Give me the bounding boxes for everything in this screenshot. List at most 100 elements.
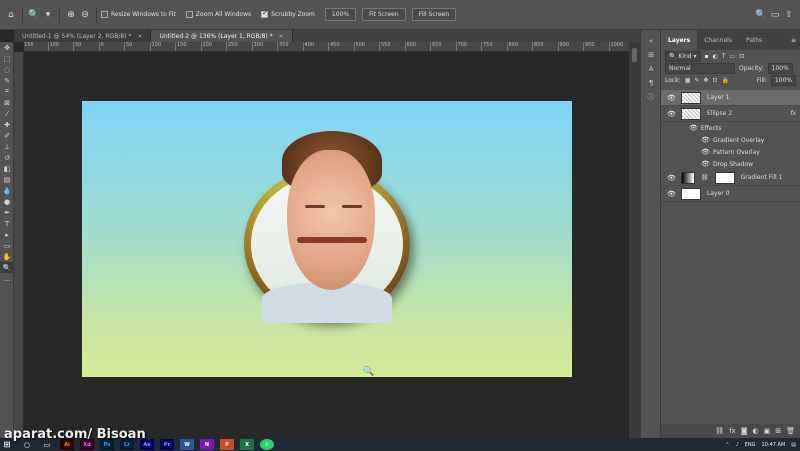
fill-screen-button[interactable]: Fill Screen xyxy=(411,8,457,21)
lock-paint-icon[interactable]: ✎ xyxy=(694,77,699,84)
history-brush-icon[interactable]: ↺ xyxy=(0,152,14,163)
tab-untitled-1[interactable]: Untitled-1 @ 54% (Layer 2, RGB/8) * × xyxy=(14,30,152,42)
zoom-tool-icon[interactable]: 🔍 xyxy=(0,262,14,273)
close-icon[interactable]: × xyxy=(279,33,284,40)
chevron-down-icon[interactable]: ▾ xyxy=(41,8,55,22)
network-icon[interactable]: ⌃ xyxy=(725,442,729,448)
zoom-in-icon[interactable]: ⊕ xyxy=(64,8,78,22)
zoom-100-button[interactable]: 100% xyxy=(324,8,357,21)
search-icon[interactable]: 🔍 xyxy=(754,8,768,22)
gradient-tool-icon[interactable]: ▤ xyxy=(0,174,14,185)
visibility-eye-icon[interactable]: 👁 xyxy=(689,124,698,132)
blur-tool-icon[interactable]: 💧 xyxy=(0,185,14,196)
effects-header[interactable]: 👁 Effects xyxy=(661,122,800,134)
workspace-icon[interactable]: ▭ xyxy=(768,8,782,22)
onenote-app-icon[interactable]: N xyxy=(200,439,214,450)
add-mask-icon[interactable]: ◙ xyxy=(741,427,748,435)
eyedropper-tool-icon[interactable]: ⁄ xyxy=(0,108,14,119)
lock-artboard-icon[interactable]: ⊡ xyxy=(712,77,717,84)
word-app-icon[interactable]: W xyxy=(180,439,194,450)
visibility-eye-icon[interactable]: 👁 xyxy=(667,110,676,118)
filter-type-icon[interactable]: T xyxy=(722,53,726,60)
fill-field[interactable]: 100% xyxy=(770,74,796,86)
hand-tool-icon[interactable]: ✋ xyxy=(0,251,14,262)
scrollbar-thumb[interactable] xyxy=(632,48,637,62)
effect-row-pattern-overlay[interactable]: 👁 Pattern Overlay xyxy=(661,146,800,158)
tab-layers[interactable]: Layers xyxy=(661,30,698,50)
add-style-icon[interactable]: fx xyxy=(729,427,736,435)
type-tool-icon[interactable]: T xyxy=(0,218,14,229)
lock-pixels-icon[interactable]: ▦ xyxy=(685,77,691,84)
new-group-icon[interactable]: ▣ xyxy=(764,427,771,435)
brush-tool-icon[interactable]: ✐ xyxy=(0,130,14,141)
lock-all-icon[interactable]: 🔒 xyxy=(721,77,728,84)
path-select-icon[interactable]: ▸ xyxy=(0,229,14,240)
notifications-icon[interactable]: ▤ xyxy=(791,442,796,448)
visibility-eye-icon[interactable]: 👁 xyxy=(667,174,676,182)
visibility-eye-icon[interactable]: 👁 xyxy=(701,136,710,144)
frame-tool-icon[interactable]: ⊠ xyxy=(0,97,14,108)
healing-brush-icon[interactable]: ✚ xyxy=(0,119,14,130)
visibility-eye-icon[interactable]: 👁 xyxy=(701,148,710,156)
vertical-scrollbar[interactable] xyxy=(629,42,640,438)
blend-mode-select[interactable]: Normal xyxy=(665,62,735,74)
tab-paths[interactable]: Paths xyxy=(739,30,769,50)
dodge-tool-icon[interactable]: ● xyxy=(0,196,14,207)
zoom-out-icon[interactable]: ⊖ xyxy=(78,8,92,22)
opacity-field[interactable]: 100% xyxy=(767,62,793,74)
adjustment-layer-icon[interactable]: ◐ xyxy=(753,427,759,435)
paragraph-panel-icon[interactable]: ¶ xyxy=(641,76,661,90)
layer-row-layer-0[interactable]: 👁 Layer 0 xyxy=(661,186,800,202)
lasso-tool-icon[interactable]: ◌ xyxy=(0,64,14,75)
stamp-tool-icon[interactable]: ⊥ xyxy=(0,141,14,152)
layer-row-layer-1[interactable]: 👁 Layer 1 xyxy=(661,90,800,106)
lock-move-icon[interactable]: ✥ xyxy=(703,77,708,84)
clock[interactable]: 10:47 AM xyxy=(762,442,786,448)
info-panel-icon[interactable]: ⓘ xyxy=(641,90,661,104)
volume-icon[interactable]: ♪ xyxy=(736,442,739,448)
powerpoint-app-icon[interactable]: P xyxy=(220,439,234,450)
panel-collapse-icon[interactable]: « xyxy=(641,34,661,48)
filter-adjust-icon[interactable]: ◐ xyxy=(713,53,718,60)
close-icon[interactable]: × xyxy=(137,33,142,40)
language-indicator[interactable]: ENG xyxy=(745,442,756,448)
filter-smart-icon[interactable]: ⊡ xyxy=(739,53,744,60)
kind-filter-select[interactable]: 🔍 Kind ▾ xyxy=(665,50,701,62)
visibility-eye-icon[interactable]: 👁 xyxy=(667,190,676,198)
premiere-app-icon[interactable]: Pr xyxy=(160,439,174,450)
tab-channels[interactable]: Channels xyxy=(697,30,739,50)
new-layer-icon[interactable]: ⊞ xyxy=(775,427,781,435)
quick-select-tool-icon[interactable]: ✎ xyxy=(0,75,14,86)
whatsapp-app-icon[interactable]: ✆ xyxy=(260,439,274,450)
fx-badge[interactable]: fx xyxy=(790,110,800,117)
filter-pixel-icon[interactable]: ▪ xyxy=(705,53,709,60)
zoom-all-windows-checkbox[interactable]: Zoom All Windows xyxy=(185,11,251,18)
share-icon[interactable]: ⇪ xyxy=(782,8,796,22)
panel-menu-icon[interactable]: ≡ xyxy=(791,37,800,44)
layer-row-ellipse-2[interactable]: 👁 Ellipse 2 fx xyxy=(661,106,800,122)
link-layers-icon[interactable]: ⛓ xyxy=(715,427,724,435)
eraser-tool-icon[interactable]: ◧ xyxy=(0,163,14,174)
move-tool-icon[interactable]: ✥ xyxy=(0,42,14,53)
layer-row-gradient-fill-1[interactable]: 👁 ⛓ Gradient Fill 1 xyxy=(661,170,800,186)
crop-tool-icon[interactable]: ⌗ xyxy=(0,86,14,97)
effect-row-gradient-overlay[interactable]: 👁 Gradient Overlay xyxy=(661,134,800,146)
fit-screen-button[interactable]: Fit Screen xyxy=(362,8,406,21)
adjust-panel-icon[interactable]: ⊞ xyxy=(641,48,661,62)
character-panel-icon[interactable]: A xyxy=(641,62,661,76)
marquee-tool-icon[interactable]: ⬚ xyxy=(0,53,14,64)
excel-app-icon[interactable]: X xyxy=(240,439,254,450)
effect-row-drop-shadow[interactable]: 👁 Drop Shadow xyxy=(661,158,800,170)
tab-untitled-2[interactable]: Untitled-2 @ 136% (Layer 1, RGB/8) * × xyxy=(151,30,293,42)
home-icon[interactable]: ⌂ xyxy=(4,8,18,22)
filter-shape-icon[interactable]: ▭ xyxy=(730,53,736,60)
trash-icon[interactable]: 🗑 xyxy=(786,427,795,435)
resize-windows-checkbox[interactable]: Resize Windows to Fit xyxy=(101,11,176,18)
visibility-eye-icon[interactable]: 👁 xyxy=(701,160,710,168)
scrubby-zoom-checkbox[interactable]: Scrubby Zoom xyxy=(261,9,315,18)
shape-tool-icon[interactable]: ▭ xyxy=(0,240,14,251)
zoom-tool-icon[interactable]: 🔍 xyxy=(27,8,41,22)
visibility-eye-icon[interactable]: 👁 xyxy=(667,94,676,102)
pen-tool-icon[interactable]: ✒ xyxy=(0,207,14,218)
more-tools-icon[interactable]: … xyxy=(0,273,14,284)
